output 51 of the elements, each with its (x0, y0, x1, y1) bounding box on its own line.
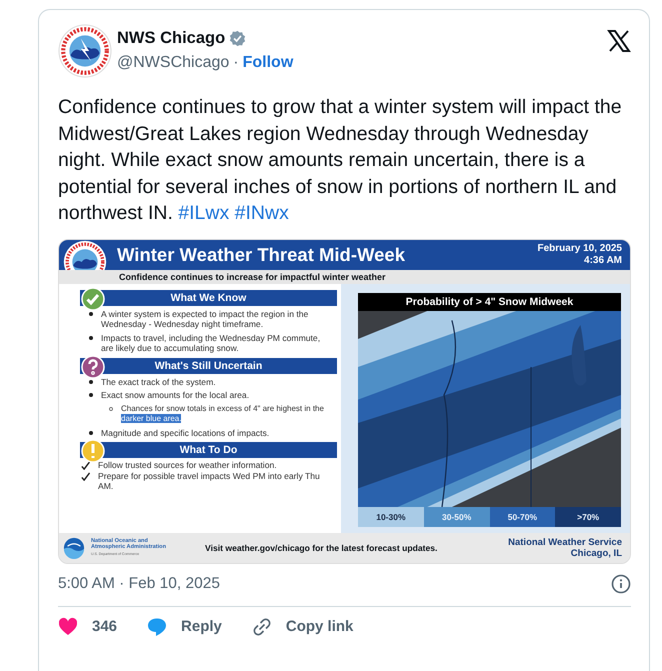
section-heading: What's Still Uncertain (80, 358, 337, 374)
bullet-text: Chances for snow totals in excess of 4" are highest in the darker blue area. (121, 404, 325, 424)
legend-swatch: 50-70% (490, 506, 556, 526)
x-logo-icon[interactable] (607, 29, 631, 53)
graphic-date: February 10, 2025 (538, 242, 622, 254)
footer-note: Visit weather.gov/chicago for the latest forecast updates. (205, 542, 438, 552)
action-label[interactable]: Reply (181, 618, 222, 635)
timestamp-link[interactable]: 5:00 AM · Feb 10, 2025 (58, 574, 220, 592)
subtitle-bar: Confidence continues to increase for impactful winter weather (59, 270, 630, 284)
bullet-text: The exact track of the system. (101, 376, 216, 387)
section-heading: What To Do (80, 442, 337, 458)
tweet-text: Confidence continues to grow that a winter system will impact the Midwest/Great Lakes region Wednesday through Wednesday night. While exact snow amounts remain uncertain, there is a potential for several inches of snow in portions of northern IL and northwest IN. #ILwx #INwx (58, 95, 623, 226)
bullet-icon (89, 336, 93, 340)
legend-swatch: 10-30% (358, 506, 424, 526)
info-icon[interactable] (611, 574, 631, 594)
link-icon[interactable] (252, 616, 272, 636)
weather-service-logo-icon (58, 24, 112, 78)
section-icon (81, 439, 105, 463)
graphic-title: Winter Weather Threat Mid-Week (117, 244, 406, 266)
office-location: Chicago, IL (570, 548, 622, 558)
account-handle[interactable]: @NWSChicago (117, 54, 230, 72)
follow-link[interactable]: Follow (242, 54, 294, 72)
action-label[interactable]: 346 (92, 618, 118, 635)
action-label[interactable]: Copy link (286, 618, 354, 635)
bullet-text: Exact snow amounts for the local area. (101, 390, 250, 400)
hashtag-link[interactable]: #ILwx (178, 202, 230, 224)
hashtag-link[interactable]: #INwx (234, 202, 289, 224)
bullet-icon (89, 380, 93, 384)
bullet-text: Prepare for possible travel impacts Wed PM into early Thu AM. (98, 470, 321, 492)
section-heading: What We Know (80, 290, 337, 306)
office-name: National Weather Service (508, 536, 622, 548)
bullet-text: Impacts to travel, including the Wednesday PM commute, are likely due to accumulating snow. (101, 332, 322, 354)
section-icon (81, 286, 105, 310)
sub-bullet-icon (109, 406, 113, 410)
speech-bubble-icon[interactable] (147, 616, 168, 636)
separator-dot: · (233, 54, 239, 72)
graphic-time: 4:36 AM (584, 254, 622, 266)
bullet-icon (89, 393, 93, 397)
bullet-text: A winter system is expected to impact the region in the Wednesday - Wednesday night timeframe. (101, 308, 310, 330)
bullet-text: Magnitude and specific locations of impacts. (101, 428, 270, 438)
section-icon (81, 354, 105, 378)
legend-swatch: >70% (555, 506, 621, 526)
forecast-graphic[interactable] (58, 238, 631, 564)
bullet-icon (89, 312, 93, 316)
heart-icon[interactable] (58, 616, 78, 636)
bullet-text: Follow trusted sources for weather information. (98, 460, 277, 470)
legend-swatch: 30-50% (424, 506, 490, 526)
map-title: Probability of > 4" Snow Midweek (358, 292, 621, 310)
noaa-logo-icon (63, 536, 85, 558)
account-name[interactable]: NWS Chicago (117, 29, 226, 48)
bullet-icon (89, 430, 93, 434)
